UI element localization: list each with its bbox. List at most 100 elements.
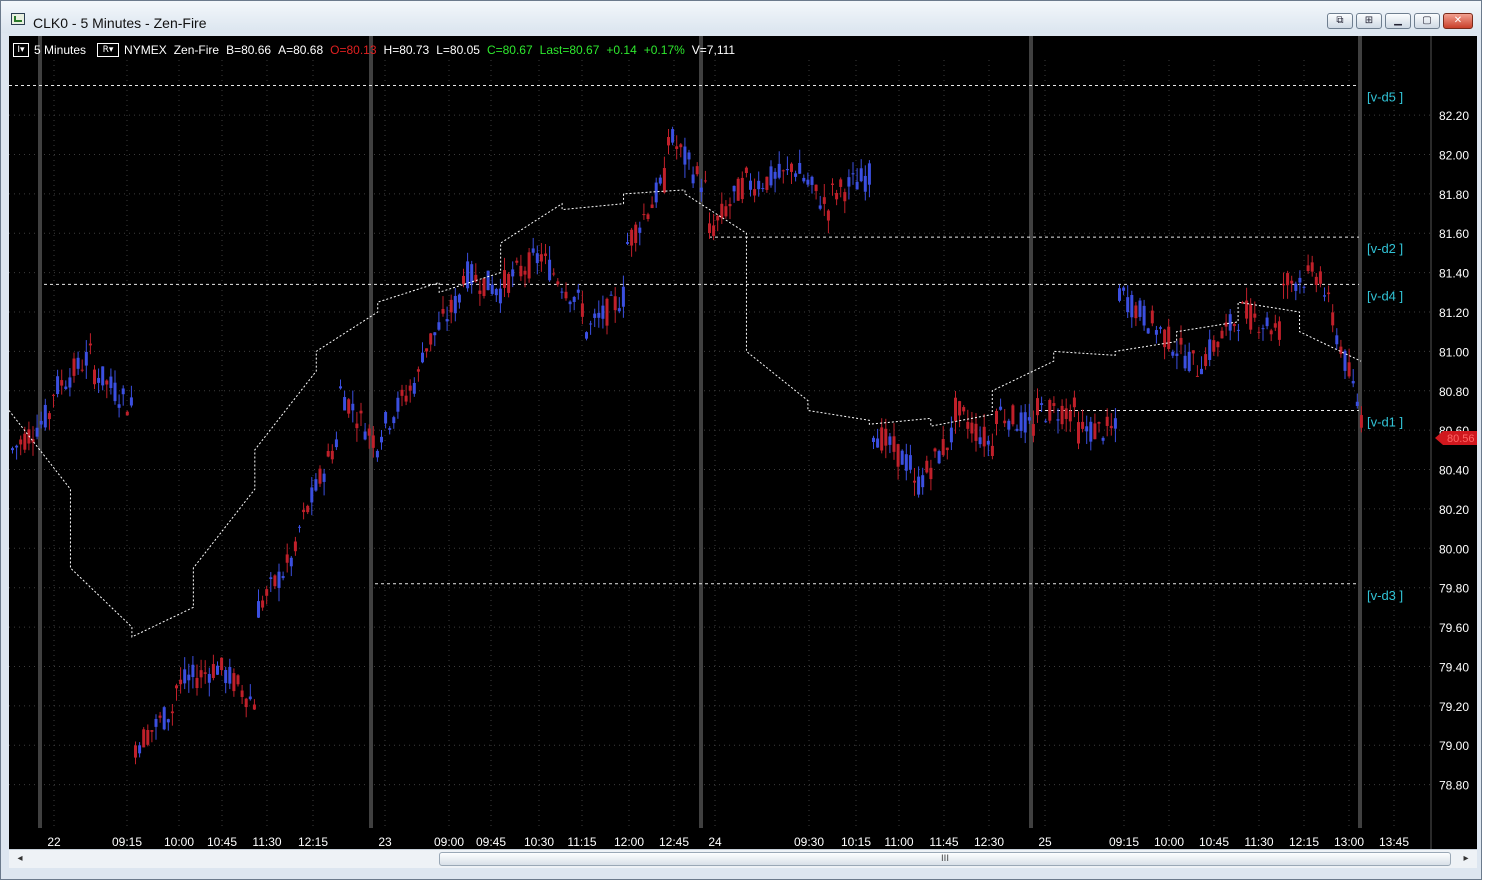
y-axis-tick-label: 80.00 — [1439, 542, 1469, 556]
change-value: +0.14 — [606, 43, 637, 57]
candle-body — [457, 294, 461, 303]
candle-body — [1167, 326, 1171, 350]
candle-body — [1097, 421, 1101, 424]
candle-body — [220, 657, 224, 671]
y-axis-tick-label: 82.00 — [1439, 148, 1469, 162]
candle-body — [306, 505, 310, 513]
y-axis-tick-label: 81.40 — [1439, 267, 1469, 281]
candle-body — [892, 436, 896, 452]
close-button[interactable]: ✕ — [1443, 13, 1473, 29]
candle-body — [265, 589, 269, 596]
x-axis-tick-label: 11:30 — [252, 835, 281, 849]
candle-body — [888, 436, 892, 445]
candle-body — [23, 433, 27, 450]
candle-body — [195, 677, 199, 689]
candle-body — [314, 479, 318, 491]
candle-body — [1056, 419, 1060, 421]
scroll-right-icon[interactable]: ▸ — [1457, 851, 1475, 867]
x-axis-tick-label: 10:45 — [1199, 835, 1229, 849]
minimize-button[interactable]: ▁ — [1385, 13, 1411, 29]
candle-body — [1249, 303, 1253, 330]
y-axis-tick-label: 80.80 — [1439, 385, 1469, 399]
candle-body — [498, 288, 502, 304]
candle-body — [339, 386, 342, 389]
x-axis-tick-label: 12:00 — [614, 835, 644, 849]
interval-dropdown-button[interactable]: I▾ — [13, 43, 29, 57]
candle-body — [995, 410, 998, 424]
title-bar[interactable]: CLK0 - 5 Minutes - Zen-Fire ⧉ ⊞ ▁ ▢ ✕ — [1, 1, 1481, 33]
candle-body — [347, 399, 351, 414]
candle-body — [158, 715, 162, 718]
candle-body — [876, 438, 880, 448]
scrollbar-grip-icon: III — [941, 854, 949, 864]
candle-body — [880, 427, 884, 451]
candle-body — [650, 204, 654, 209]
candle-body — [589, 323, 593, 325]
x-axis-tick-label: 09:15 — [112, 835, 142, 849]
candle-body — [708, 223, 711, 234]
candle-body — [298, 526, 301, 528]
candle-body — [359, 410, 363, 414]
candle-body — [117, 404, 121, 408]
low-value: L=80.05 — [436, 43, 480, 57]
session-separator — [699, 36, 703, 828]
level-label: [v-d5 ] — [1367, 90, 1403, 105]
candle-body — [408, 385, 412, 391]
level-label: [v-d1 ] — [1367, 414, 1403, 429]
candle-body — [125, 411, 129, 416]
candle-body — [896, 444, 900, 467]
candle-body — [1134, 305, 1138, 319]
x-axis-tick-label: 12:15 — [1289, 835, 1319, 849]
candle-body — [679, 144, 683, 148]
candle-body — [863, 175, 867, 192]
range-dropdown-button[interactable]: R▾ — [97, 43, 120, 57]
candle-body — [207, 674, 211, 683]
candle-body — [400, 389, 404, 396]
candle-body — [1253, 313, 1257, 318]
maximize-button[interactable]: ▢ — [1414, 13, 1440, 29]
candle-body — [1077, 422, 1080, 444]
candle-body — [1105, 416, 1109, 426]
y-axis-tick-label: 79.20 — [1439, 700, 1469, 714]
scroll-left-icon[interactable]: ◂ — [11, 851, 29, 867]
candle-body — [1216, 341, 1220, 348]
restore-down-icon[interactable]: ⧉ — [1327, 13, 1353, 29]
candle-body — [900, 450, 904, 465]
candle-body — [822, 197, 826, 204]
scrollbar-thumb[interactable]: III — [439, 852, 1451, 866]
candle-body — [322, 473, 326, 482]
candle-body — [818, 205, 822, 209]
candle-body — [453, 295, 457, 314]
candle-body — [293, 541, 297, 552]
candle-body — [753, 189, 757, 196]
x-axis-tick-label: 25 — [1038, 835, 1052, 849]
candle-body — [699, 187, 703, 192]
chart-panel[interactable]: 82.20 82.00 81.80 81.60 81.40 81.20 81.00 80.80… — [9, 36, 1477, 849]
candle-body — [384, 412, 388, 424]
candle-body — [867, 163, 871, 185]
candle-body — [568, 301, 572, 305]
horizontal-scrollbar[interactable]: ◂ III ▸ — [9, 849, 1477, 868]
candle-body — [1273, 323, 1277, 328]
candle-body — [806, 179, 810, 185]
pin-icon[interactable]: ⊞ — [1356, 13, 1382, 29]
candle-body — [1175, 353, 1179, 356]
candle-body — [683, 146, 687, 165]
candlestick-chart[interactable]: 82.20 82.00 81.80 81.60 81.40 81.20 81.00 80.80… — [9, 36, 1477, 849]
candle-body — [1113, 418, 1117, 429]
candle-body — [790, 163, 793, 172]
candle-body — [933, 448, 937, 452]
candle-body — [1040, 403, 1044, 405]
candle-body — [626, 242, 629, 244]
high-value: H=80.73 — [383, 43, 430, 57]
candle-body — [781, 170, 785, 172]
candle-body — [855, 181, 859, 190]
candle-body — [351, 403, 355, 411]
taskbar-edge — [0, 880, 1495, 895]
candle-body — [142, 729, 146, 748]
candle-body — [667, 137, 670, 146]
candle-body — [564, 291, 568, 299]
bid-value: B=80.66 — [226, 43, 272, 57]
candle-body — [552, 273, 556, 275]
candle-body — [1048, 399, 1052, 421]
